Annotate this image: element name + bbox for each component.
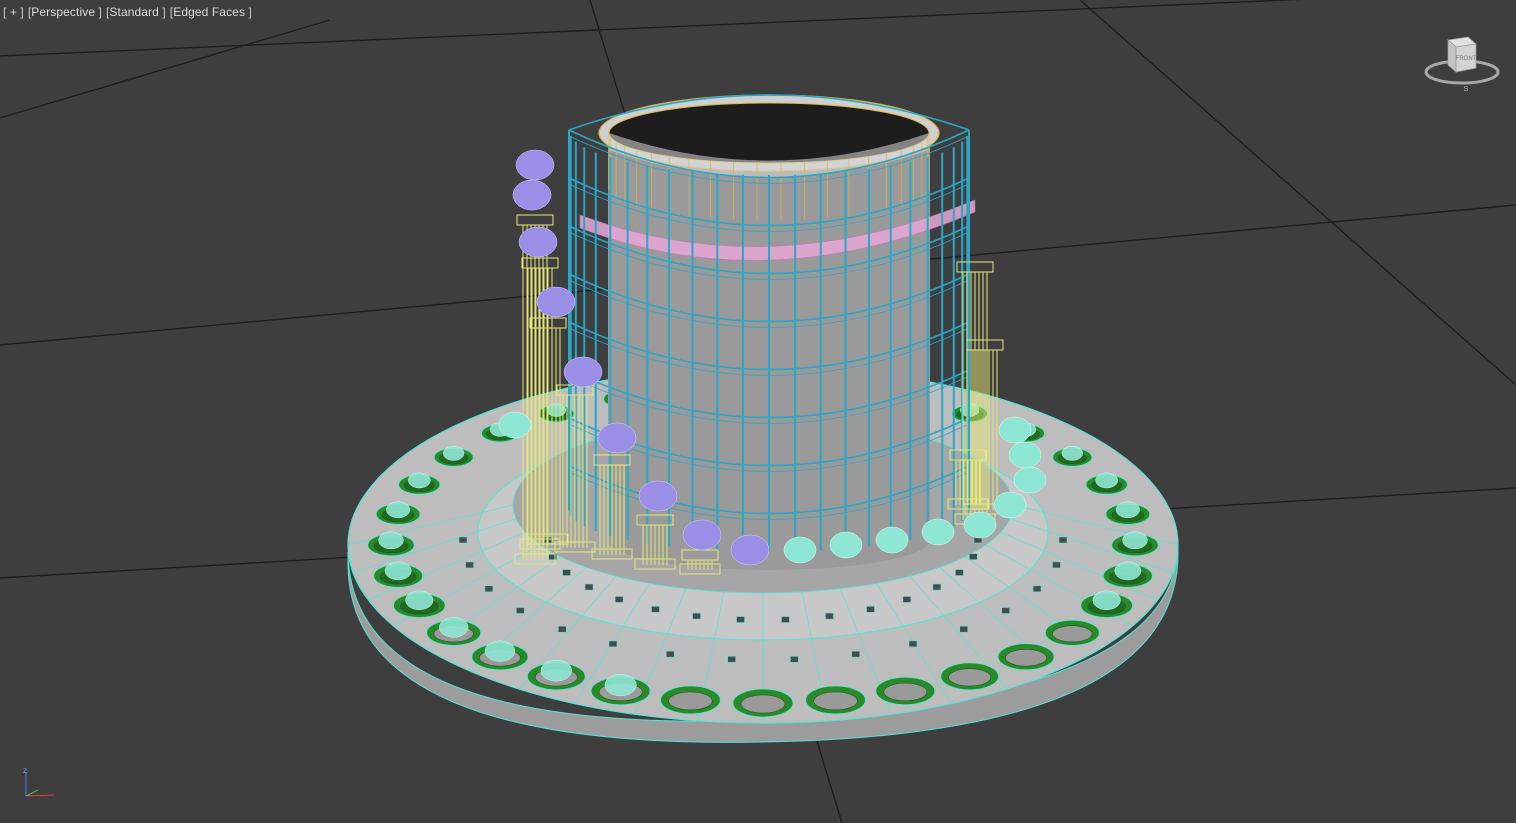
viewcube[interactable]: FRONT S	[1420, 32, 1502, 94]
viewport-plus-menu[interactable]: [ + ]	[3, 5, 24, 19]
axis-x-icon	[25, 794, 55, 797]
viewport-display-mode-menu[interactable]: [Edged Faces ]	[170, 5, 252, 19]
viewport-shading-menu[interactable]: [Standard ]	[106, 5, 166, 19]
viewcube-front-label: FRONT	[1456, 56, 1477, 62]
viewport-point-of-view-menu[interactable]: [Perspective ]	[28, 5, 102, 19]
viewcube-compass-south-label: S	[1464, 86, 1469, 93]
viewport-label-menu[interactable]: [ + ] [Perspective ] [Standard ] [Edged …	[3, 5, 252, 19]
scene-3d-render[interactable]	[0, 0, 1516, 823]
axis-tripod: z	[23, 766, 55, 797]
axis-z-label: z	[23, 766, 27, 775]
axis-y-icon	[25, 789, 39, 797]
perspective-viewport[interactable]: [ + ] [Perspective ] [Standard ] [Edged …	[0, 0, 1516, 823]
